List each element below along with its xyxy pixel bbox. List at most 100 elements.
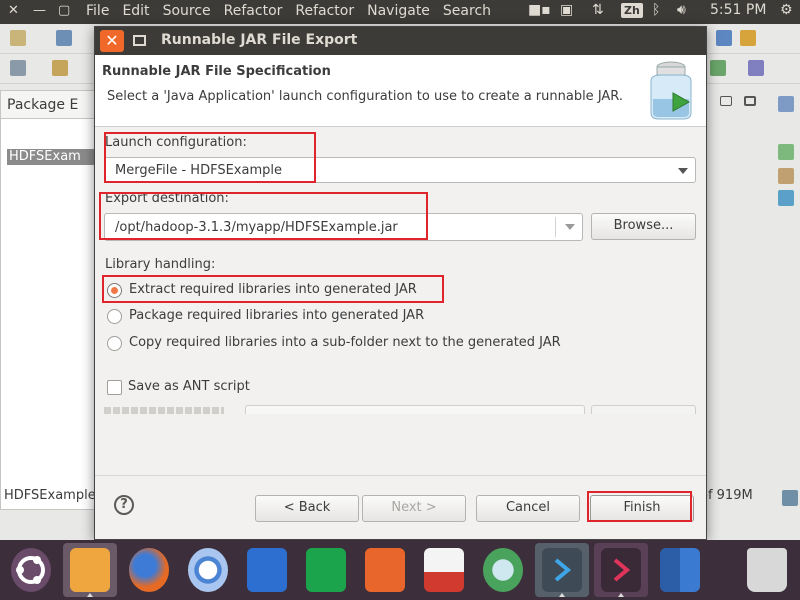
prev-edit-icon[interactable]: [52, 60, 68, 76]
dock-software-center[interactable]: [417, 543, 471, 597]
open-perspective-icon[interactable]: [716, 30, 732, 46]
package-explorer-tab-label: Package E: [7, 97, 79, 113]
dock-impress[interactable]: [358, 543, 412, 597]
next-annotation-icon[interactable]: [10, 60, 26, 76]
jar-wizard-icon: [650, 61, 692, 120]
footer-divider: [95, 475, 706, 476]
dock-calc[interactable]: [299, 543, 353, 597]
menu-navigate[interactable]: Navigate: [367, 3, 430, 19]
annotation-box-launch-config: [104, 132, 316, 183]
status-bar-selection: HDFSExample: [4, 488, 96, 503]
calc-icon: [306, 548, 346, 592]
help-icon[interactable]: ?: [114, 495, 134, 515]
side-view-icon-3[interactable]: [778, 168, 794, 184]
menu-file[interactable]: File: [86, 3, 109, 19]
side-view-icon-1[interactable]: [778, 96, 794, 112]
back-button[interactable]: < Back: [255, 495, 359, 522]
ant-location-input-disabled: [245, 405, 585, 414]
wizard-page-title: Runnable JAR File Specification: [102, 64, 331, 79]
package-explorer-tab[interactable]: Package E: [1, 91, 101, 119]
impress-icon: [365, 548, 405, 592]
window-close-icon[interactable]: ✕: [8, 3, 19, 18]
dialog-titlebar: ✕ Runnable JAR File Export: [95, 27, 706, 55]
radio-button[interactable]: [107, 309, 122, 324]
dock: [0, 540, 800, 600]
firefox-icon: [129, 548, 169, 592]
cancel-button[interactable]: Cancel: [476, 495, 580, 522]
heap-status[interactable]: of 919M: [700, 488, 753, 503]
annotation-box-export-destination: [99, 192, 428, 240]
save-ant-script-label: Save as ANT script: [128, 379, 250, 394]
dock-ubuntu[interactable]: [4, 543, 58, 597]
running-indicator: [87, 593, 93, 597]
chevron-down-icon[interactable]: [678, 168, 688, 174]
window-minimize-icon[interactable]: —: [33, 3, 46, 18]
dialog-close-button[interactable]: ✕: [100, 30, 124, 52]
terminal-blue-icon: [542, 548, 582, 592]
runnable-jar-export-dialog: ✕ Runnable JAR File Export Runnable JAR …: [94, 26, 707, 540]
dock-writer[interactable]: [240, 543, 294, 597]
dock-terminal-red[interactable]: [594, 543, 648, 597]
next-button[interactable]: Next >: [362, 495, 466, 522]
wizard-header: Runnable JAR File Specification Select a…: [95, 55, 706, 127]
chevron-down-icon[interactable]: [565, 224, 575, 230]
bluetooth-icon[interactable]: ᛒ: [652, 2, 660, 18]
window-maximize-icon[interactable]: ▢: [58, 3, 70, 18]
trash-icon: [747, 548, 787, 592]
project-tree-item[interactable]: HDFSExam: [7, 149, 101, 165]
package-explorer-panel: Package E HDFSExam: [0, 90, 101, 510]
save-icon[interactable]: [56, 30, 72, 46]
top-menubar: ✕ — ▢ File Edit Source Refactor Refactor…: [0, 0, 800, 24]
running-indicator: [559, 593, 565, 597]
menu-search[interactable]: Search: [443, 3, 491, 19]
ant-browse-button-disabled: [591, 405, 696, 414]
dialog-maximize-icon[interactable]: [133, 35, 146, 46]
dock-app-robot[interactable]: [476, 543, 530, 597]
new-icon[interactable]: [10, 30, 26, 46]
network-transfer-icon[interactable]: ⇅: [592, 2, 604, 18]
radio-package-label: Package required libraries into generate…: [129, 308, 425, 323]
side-view-icon-2[interactable]: [778, 144, 794, 160]
browse-button[interactable]: Browse...: [591, 213, 696, 240]
dock-workspace-switcher[interactable]: [653, 543, 707, 597]
dock-files[interactable]: [63, 543, 117, 597]
terminal-red-icon: [601, 548, 641, 592]
side-view-icon-4[interactable]: [778, 190, 794, 206]
minimize-view-icon[interactable]: [720, 96, 732, 106]
perspective-2-icon[interactable]: [748, 60, 764, 76]
input-method-indicator[interactable]: Zh: [621, 2, 643, 18]
menu-refactor-2[interactable]: Refactor: [295, 3, 354, 19]
menu-refactor[interactable]: Refactor: [224, 3, 283, 19]
annotation-box-extract-libraries: [102, 275, 444, 303]
combo-separator: [555, 217, 556, 237]
dock-trash[interactable]: [740, 543, 794, 597]
project-tree-item-label: HDFSExam: [9, 149, 81, 164]
chromium-icon: [188, 548, 228, 592]
dock-terminal-blue[interactable]: [535, 543, 589, 597]
annotation-box-finish: [587, 491, 692, 522]
dropbox-icon[interactable]: ■▪: [528, 2, 551, 18]
power-gear-icon[interactable]: ⚙: [780, 2, 793, 18]
files-folder-icon: [70, 548, 110, 592]
clock[interactable]: 5:51 PM: [710, 2, 766, 18]
menu-edit[interactable]: Edit: [122, 3, 149, 19]
radio-button[interactable]: [107, 336, 122, 351]
trash-gc-icon[interactable]: [782, 490, 798, 506]
radio-copy-label: Copy required libraries into a sub-folde…: [129, 335, 561, 350]
app-menu: File Edit Source Refactor Refactor Navig…: [86, 3, 491, 19]
robot-app-icon: [483, 548, 523, 592]
dock-firefox[interactable]: [122, 543, 176, 597]
running-indicator: [618, 593, 624, 597]
notification-icon[interactable]: ▣: [560, 2, 573, 18]
ubuntu-logo-icon: [11, 548, 51, 592]
menu-source[interactable]: Source: [163, 3, 211, 19]
save-ant-script-checkbox[interactable]: [107, 380, 122, 395]
dialog-title: Runnable JAR File Export: [161, 32, 358, 48]
java-perspective-icon[interactable]: [740, 30, 756, 46]
maximize-view-icon[interactable]: [744, 96, 756, 106]
dock-browser[interactable]: [181, 543, 235, 597]
writer-icon: [247, 548, 287, 592]
perspective-1-icon[interactable]: [710, 60, 726, 76]
dialog-spacer: [95, 414, 706, 472]
volume-icon[interactable]: 🔊︎: [677, 2, 686, 18]
